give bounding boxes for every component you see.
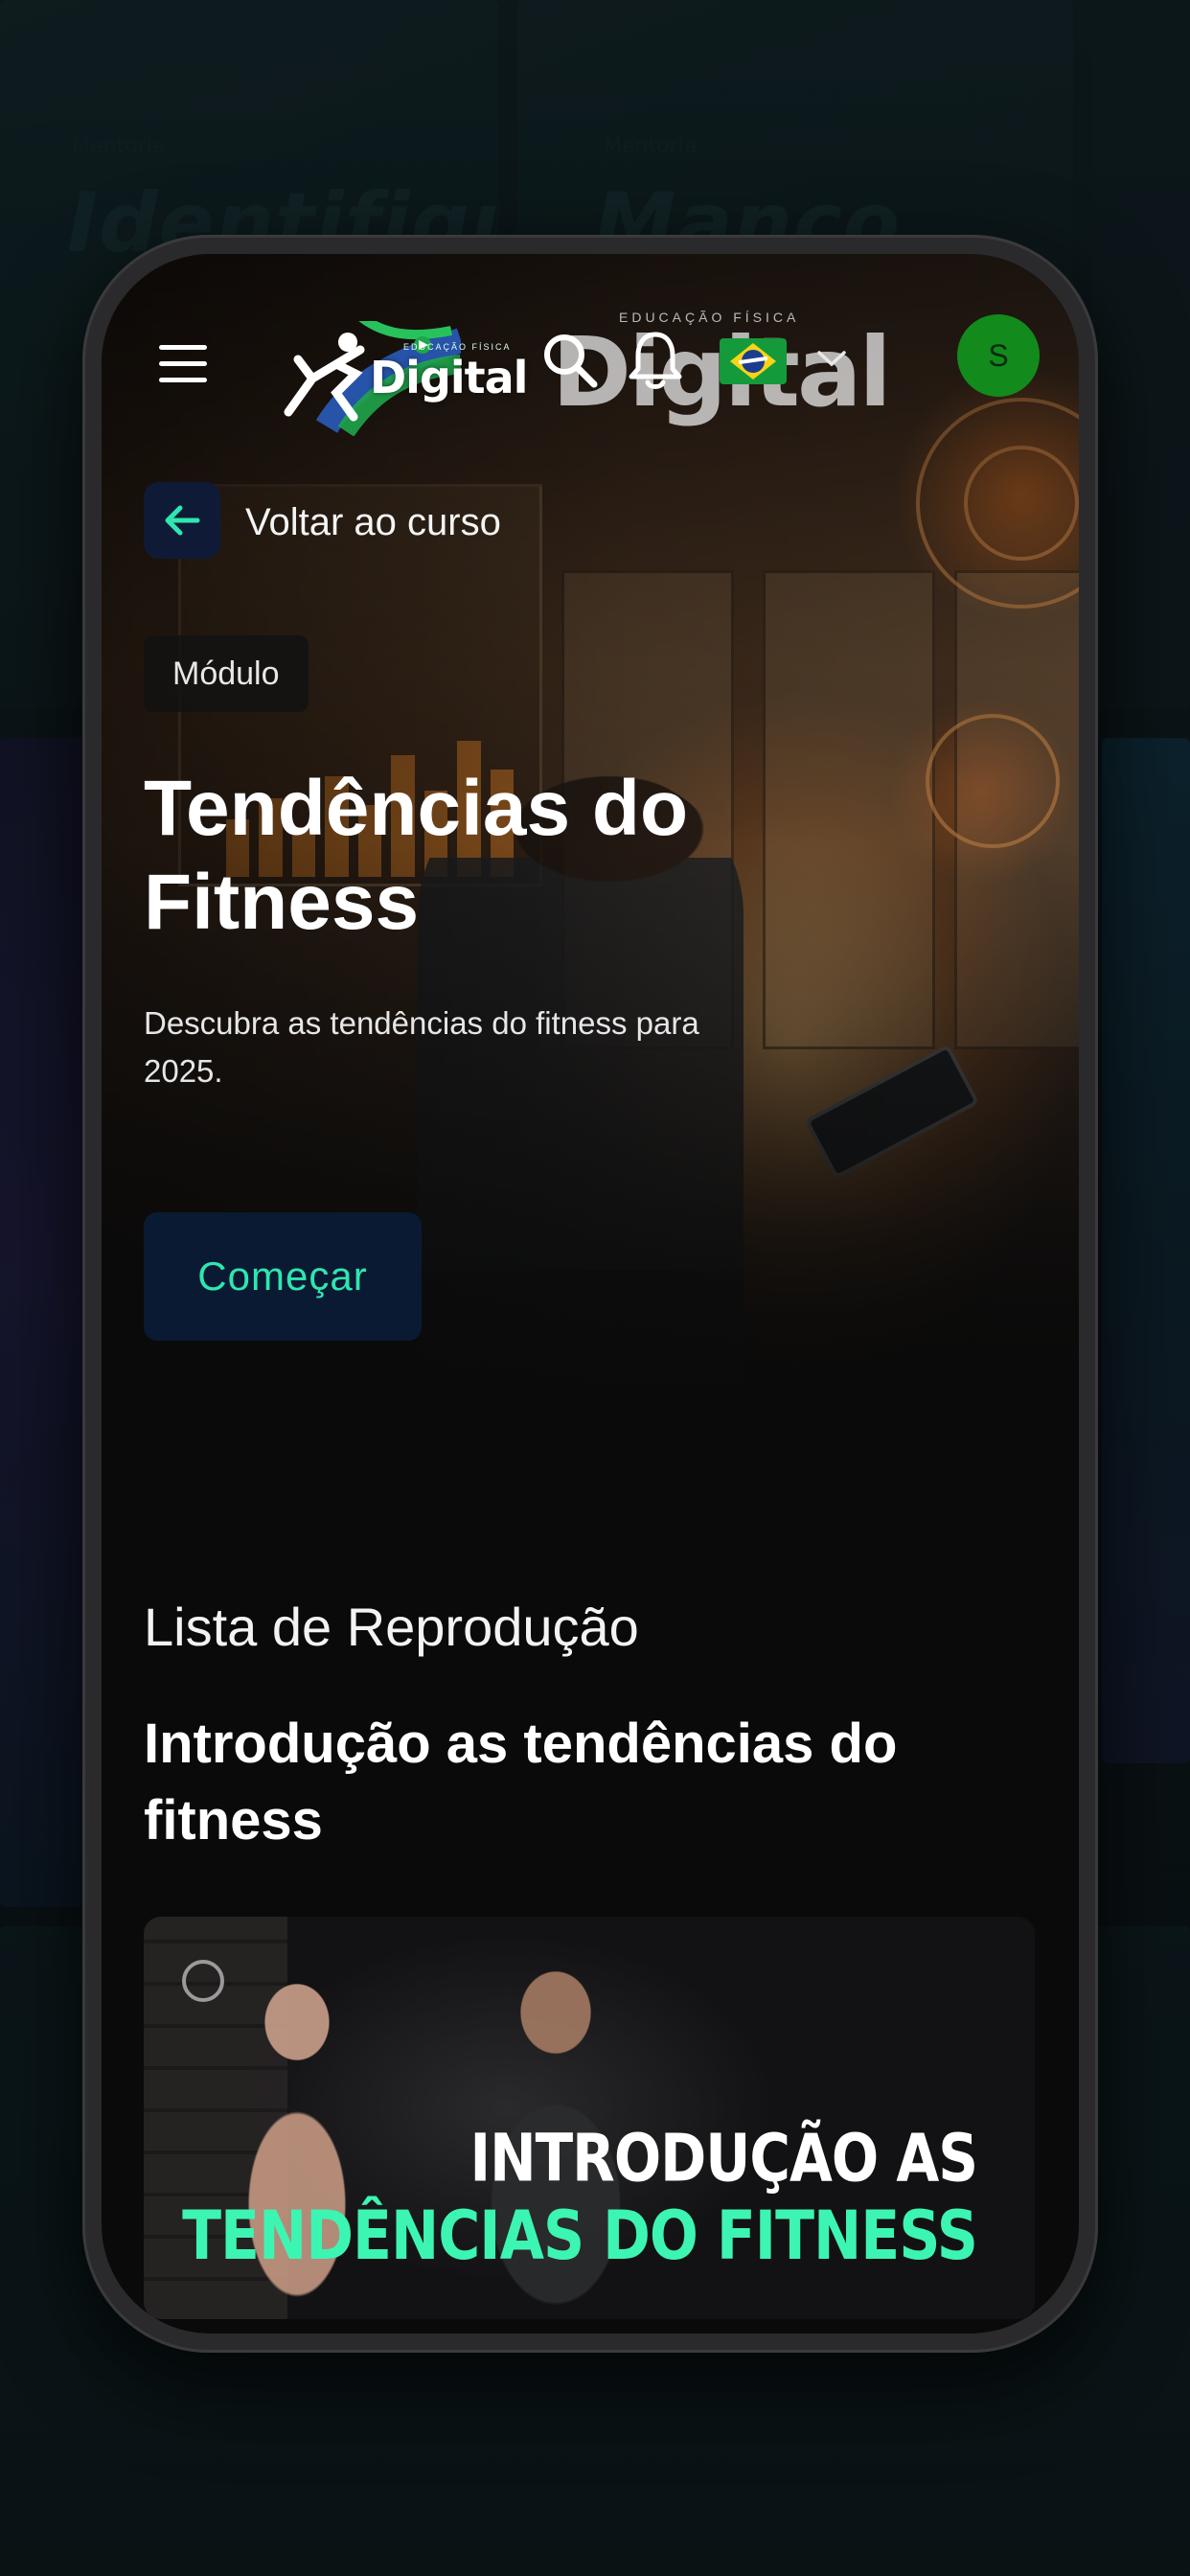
start-button[interactable]: Começar <box>144 1212 422 1341</box>
app-header: EDUCAÇÃO FÍSICA Digital EDUCAÇÃO FÍSICA … <box>102 254 1079 455</box>
playlist-heading: Lista de Reprodução <box>144 1597 639 1657</box>
search-icon-glyph <box>544 334 598 388</box>
bell-icon[interactable] <box>627 329 684 392</box>
logo-wordmark: Digital <box>370 352 528 403</box>
lesson-title[interactable]: Introdução as tendências do fitness <box>144 1706 1006 1859</box>
lesson-thumbnail[interactable]: INTRODUÇÃO AS TENDÊNCIAS DO FITNESS <box>144 1917 1035 2319</box>
module-description: Descubra as tendências do fitness para 2… <box>144 1005 699 1089</box>
hamburger-menu-icon[interactable] <box>159 345 207 383</box>
bell-icon-glyph <box>629 332 682 389</box>
phone-screen: EDUCAÇÃO FÍSICA Digital EDUCAÇÃO FÍSICA … <box>102 254 1079 2334</box>
thumbnail-title-line1: INTRODUÇÃO AS <box>469 2120 978 2197</box>
chevron-down-icon <box>817 351 846 367</box>
brazil-flag-icon <box>720 338 787 384</box>
search-icon[interactable] <box>540 331 600 390</box>
module-title: Tendências do Fitness <box>144 765 689 947</box>
app-logo[interactable]: EDUCAÇÃO FÍSICA Digital <box>269 273 528 455</box>
user-avatar[interactable]: S <box>957 314 1040 397</box>
watermark-tagline: EDUCAÇÃO FÍSICA <box>619 310 800 325</box>
arrow-left-icon <box>165 505 200 536</box>
module-badge: Módulo <box>144 635 309 712</box>
language-selector[interactable] <box>720 336 852 388</box>
thumbnail-title-line2: TENDÊNCIAS DO FITNESS <box>182 2196 978 2276</box>
logo-tagline: EDUCAÇÃO FÍSICA <box>403 342 512 352</box>
phone-frame: EDUCAÇÃO FÍSICA Digital EDUCAÇÃO FÍSICA … <box>82 235 1098 2353</box>
back-button[interactable] <box>144 482 220 559</box>
back-to-course-link[interactable]: Voltar ao curso <box>245 501 501 544</box>
